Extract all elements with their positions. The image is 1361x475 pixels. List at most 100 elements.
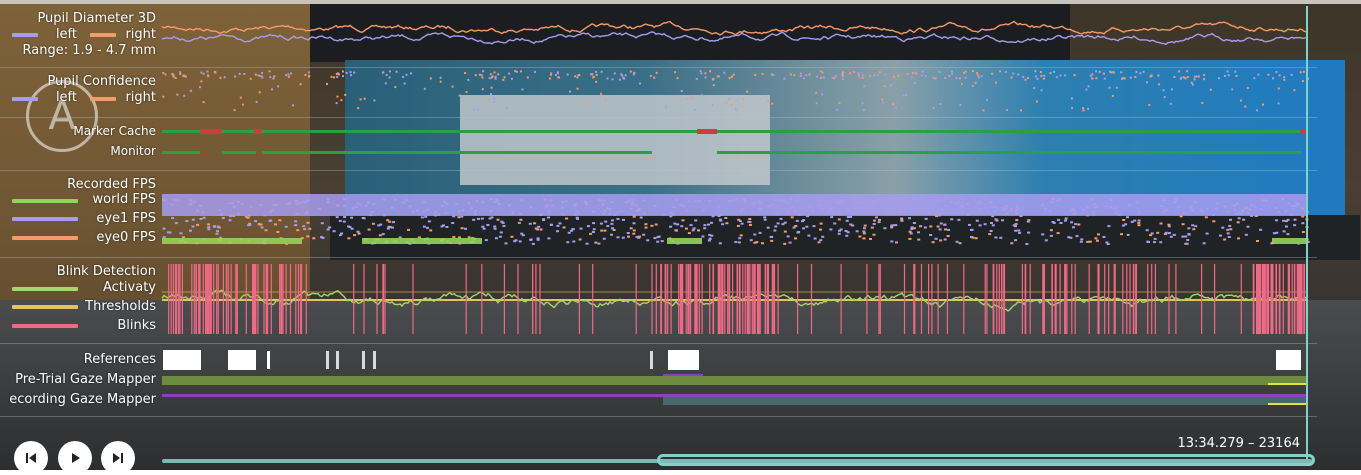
confidence-point [239, 96, 242, 99]
reference-block[interactable] [228, 350, 256, 370]
fps-sample [312, 237, 316, 240]
reference-tick[interactable] [362, 351, 365, 369]
recording-mapper-label[interactable]: ecording Gaze Mapper [0, 392, 156, 407]
confidence-point [206, 70, 209, 73]
confidence-point [271, 88, 273, 91]
left-legend-label: left [55, 27, 77, 42]
confidence-point [1235, 75, 1238, 77]
fps-sample [957, 218, 961, 221]
fps-sample [185, 220, 189, 222]
reference-block[interactable] [163, 350, 201, 370]
fps-sample [990, 222, 993, 224]
fps-sample [1159, 222, 1163, 225]
confidence-point [893, 75, 896, 78]
confidence-point [1121, 77, 1123, 80]
playhead[interactable] [1306, 6, 1308, 461]
confidence-point [822, 76, 825, 79]
confidence-point [272, 77, 275, 80]
fps-sample [1145, 229, 1149, 232]
reference-tick[interactable] [326, 351, 329, 369]
confidence-point [555, 74, 557, 77]
fps-sample [518, 240, 522, 243]
fps-sample [845, 234, 849, 237]
fps-sample [328, 226, 332, 229]
reference-block[interactable] [668, 350, 699, 370]
confidence-point [1277, 87, 1280, 90]
confidence-point [977, 76, 980, 79]
marker-cache-miss [200, 129, 222, 134]
reference-tick[interactable] [373, 351, 376, 369]
pretrial-mapper-bar[interactable] [162, 376, 1307, 385]
confidence-point [576, 87, 579, 90]
reference-tick[interactable] [336, 351, 339, 369]
confidence-point [1034, 70, 1037, 73]
left-swatch [12, 33, 38, 37]
fps-sample [805, 225, 809, 228]
confidence-point [184, 75, 187, 78]
reference-tick[interactable] [650, 351, 653, 369]
fps-sample [1219, 234, 1222, 237]
trim-range-handle[interactable] [657, 454, 1315, 466]
fps-sample [644, 226, 648, 229]
fps-sample [460, 227, 464, 230]
fps-sample [189, 229, 192, 232]
confidence-point [1108, 86, 1111, 89]
confidence-point [771, 102, 774, 105]
fps-sample [1164, 231, 1168, 234]
confidence-point [458, 94, 461, 97]
confidence-point [873, 74, 876, 77]
fps-sample [848, 216, 852, 218]
fps-sample [994, 236, 998, 239]
fps-sample [1205, 232, 1209, 235]
confidence-point [592, 76, 595, 79]
world-fps-segment [667, 238, 702, 244]
confidence-point [1020, 109, 1022, 112]
fps-sample [681, 219, 685, 222]
confidence-point [172, 74, 175, 77]
fps-sample [703, 227, 707, 230]
confidence-point [336, 75, 339, 78]
confidence-point [490, 93, 492, 96]
confidence-point [767, 99, 769, 102]
confidence-point [674, 71, 677, 74]
fps-sample [919, 225, 922, 228]
confidence-point [1227, 74, 1230, 77]
recording-mapper-bar[interactable] [663, 397, 1307, 405]
fps-sample [1049, 229, 1053, 232]
fps-sample [1293, 218, 1297, 221]
fps-sample [753, 233, 757, 236]
confidence-point [326, 83, 328, 85]
fps-sample [1282, 230, 1286, 233]
fps-sample [486, 224, 490, 226]
confidence-point [883, 85, 886, 88]
reference-tick[interactable] [267, 351, 270, 369]
confidence-point [1150, 75, 1153, 78]
fps-sample [212, 225, 216, 228]
fps-sample [1137, 224, 1141, 227]
fps-sample [708, 237, 712, 240]
fps-sample [994, 218, 998, 221]
reference-block[interactable] [1276, 350, 1301, 370]
fps-sample [1027, 231, 1031, 234]
fps-sample [738, 237, 742, 240]
pretrial-mapper-label[interactable]: Pre-Trial Gaze Mapper [0, 372, 156, 387]
confidence-point [335, 72, 338, 75]
world-fps-label: world FPS [92, 192, 157, 207]
fps-sample [1057, 218, 1061, 221]
confidence-point [491, 75, 494, 78]
confidence-point [1059, 74, 1062, 77]
confidence-point [838, 101, 841, 104]
right-legend-label: right [125, 90, 156, 105]
fps-sample [1056, 232, 1060, 235]
confidence-point [876, 74, 879, 77]
fps-sample [936, 225, 940, 228]
fps-sample [445, 226, 449, 228]
confidence-point [576, 76, 579, 79]
fps-sample [207, 226, 211, 229]
fps-sample [1067, 236, 1071, 239]
fps-sample [701, 235, 705, 238]
fps-sample [958, 242, 962, 245]
fps-sample [821, 235, 825, 238]
confidence-point [728, 77, 731, 80]
fps-sample [254, 220, 258, 223]
